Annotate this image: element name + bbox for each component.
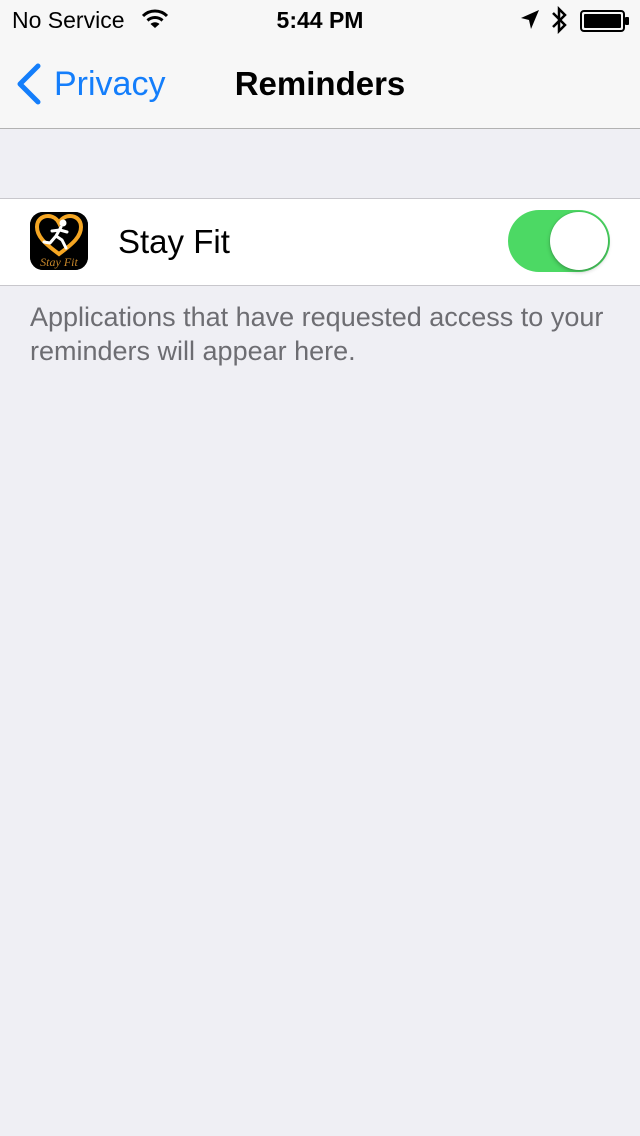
page-title: Reminders (234, 65, 406, 102)
bluetooth-icon (550, 5, 568, 39)
app-access-list: Stay Fit Stay Fit (0, 198, 640, 286)
battery-icon (580, 10, 630, 37)
toggle-knob (550, 212, 608, 270)
status-bar: No Service 5:44 PM (0, 0, 640, 40)
clock: 5:44 PM (276, 7, 364, 33)
stay-fit-app-icon: Stay Fit (30, 212, 88, 270)
app-icon-text: Stay Fit (40, 255, 78, 269)
navigation-bar: Privacy Reminders (0, 40, 640, 129)
location-arrow-icon (520, 9, 540, 36)
reminders-access-toggle[interactable] (508, 210, 610, 272)
app-name-label: Stay Fit (118, 223, 230, 260)
section-footer-note: Applications that have requested access … (30, 302, 604, 366)
